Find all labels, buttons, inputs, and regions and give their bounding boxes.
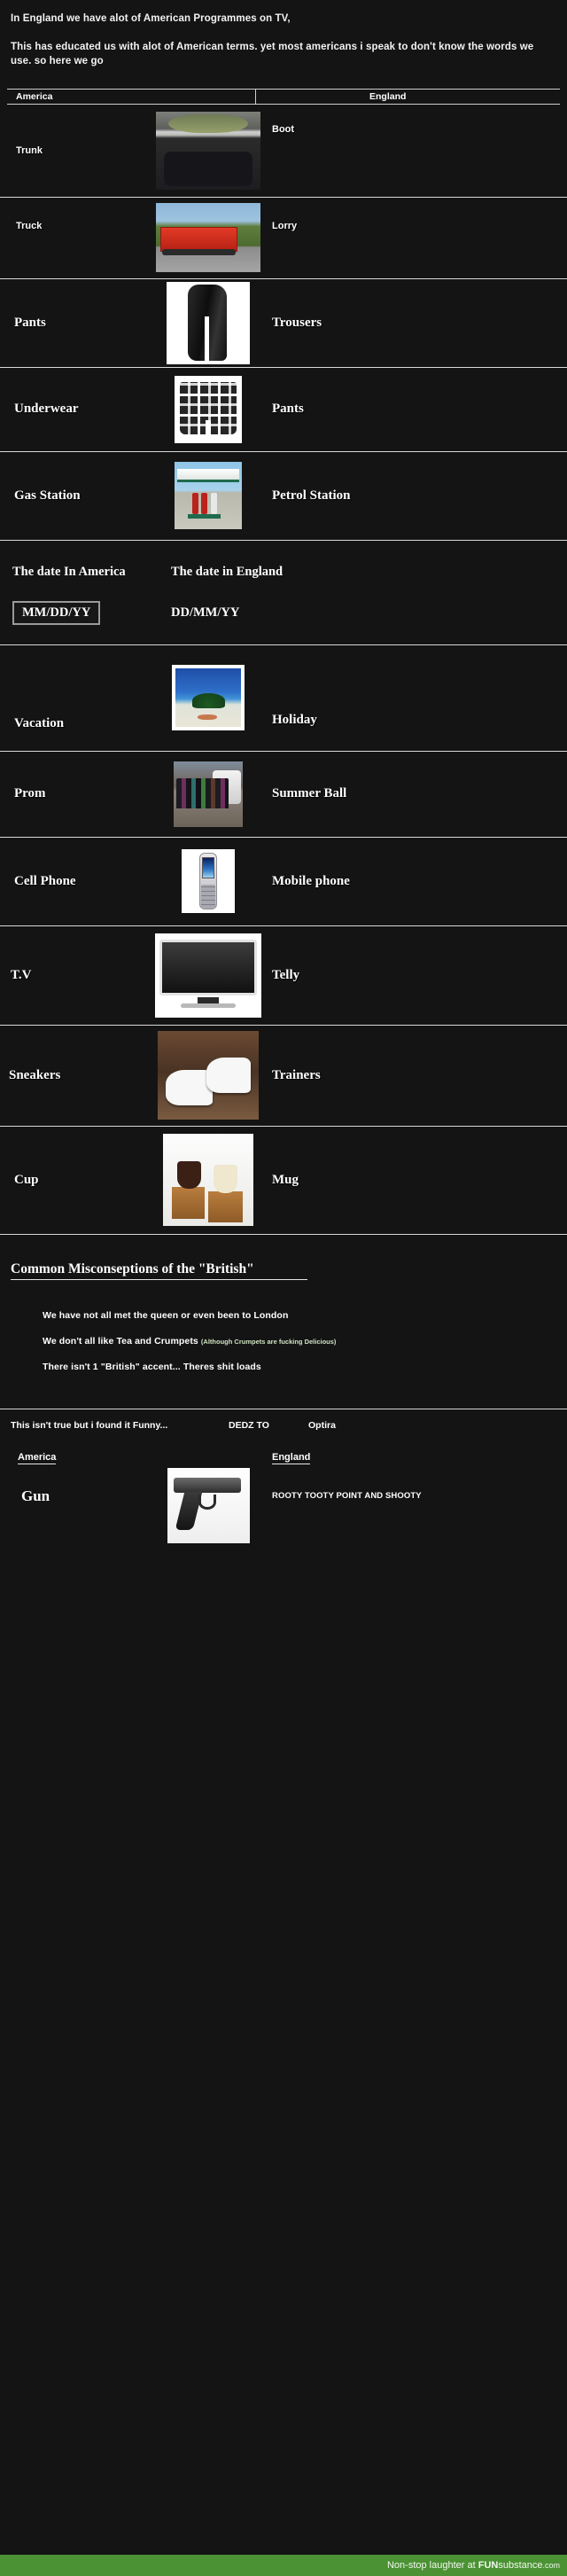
bonus-term-england: ROOTY TOOTY POINT AND SHOOTY [272,1490,422,1501]
disclaimer-text: This isn't true but i found it Funny... [11,1419,168,1431]
misconceptions-list: We have not all met the queen or even be… [0,1310,567,1393]
term-england: Lorry [272,220,298,231]
table-row: Cell Phone Mobile phone [0,838,567,926]
term-america: Prom [14,786,46,801]
table-row: Prom Summer Ball [0,752,567,838]
credits-row: This isn't true but i found it Funny... … [0,1409,567,1440]
list-item: We don't all like Tea and Crumpets (Alth… [43,1336,567,1347]
term-america: Pants [14,315,46,330]
black-trousers-photo [167,281,250,364]
misconception-note: (Although Crumpets are fucking Delicious… [200,1337,337,1346]
row-image-cell [155,1134,261,1227]
term-england: Mug [272,1172,299,1187]
date-format-england: DD/MM/YY [171,605,240,621]
term-america: Underwear [14,402,79,417]
bonus-image-cell [155,1467,261,1543]
footer-prefix: Non-stop laughter at [386,2560,478,2571]
tropical-beach-photo [172,665,245,731]
term-england: Summer Ball [272,786,347,801]
term-england: Petrol Station [272,488,351,503]
petrol-station-photo [175,462,242,530]
intro-line-1: In England we have alot of American Prog… [11,13,291,24]
row-image-cell [155,933,261,1018]
term-england: Telly [272,967,300,982]
footer-brand-light: substance [498,2560,543,2571]
list-item: We have not all met the queen or even be… [43,1310,567,1321]
term-america: Truck [16,220,43,231]
term-america: Vacation [14,715,65,730]
handgun-photo [167,1467,250,1543]
row-image-cell [155,281,261,364]
bonus-header-row: America England [0,1440,567,1468]
misconception-text: We have not all met the queen or even be… [43,1309,289,1321]
table-row: Underwear Pants [0,368,567,452]
red-lorry-photo [156,203,260,273]
table-row: Cup Mug [0,1127,567,1235]
misconception-text: We don't all like Tea and Crumpets [43,1335,198,1347]
term-england: Mobile phone [272,873,350,888]
footer-credit: Non-stop laughter at FUNsubstance.com [387,2560,560,2571]
bonus-column-header-england: England [272,1451,311,1464]
mobile-phone-photo [182,849,235,914]
bonus-row: Gun ROOTY TOOTY POINT AND SHOOTY [0,1467,567,1579]
date-format-section: The date In America The date in England … [0,541,567,645]
bonus-term-america: Gun [21,1487,50,1504]
column-header-america: America [7,88,256,105]
dedication-name: Optira [308,1419,336,1431]
table-row: Sneakers Trainers [0,1026,567,1127]
table-row: Pants Trousers [0,279,567,368]
column-header-england: England [369,90,407,102]
car-trunk-photo [156,111,260,190]
coffee-tea-mugs-photo [163,1134,253,1227]
prom-group-photo [174,761,243,827]
intro-block: In England we have alot of American Prog… [0,0,567,87]
footer-brand-bold: FUN [478,2560,499,2571]
date-title-america: The date In America [12,564,126,579]
site-footer: Non-stop laughter at FUNsubstance.com [0,2555,567,2576]
footer-brand-tld: .com [542,2561,560,2570]
table-row: Gas Station Petrol Station [0,452,567,541]
date-title-england: The date in England [171,564,284,579]
term-america: Cup [14,1172,39,1187]
bonus-column-header-america: America [18,1451,57,1464]
term-america: Cell Phone [14,873,76,888]
table-row: Truck Lorry [0,198,567,279]
list-item: There isn't 1 "British" accent... Theres… [43,1362,567,1372]
term-america: Gas Station [14,488,81,503]
table-row: Vacation Holiday [0,645,567,752]
term-america: Trunk [16,144,43,156]
plaid-boxers-photo [175,375,242,443]
row-image-cell [155,665,261,731]
misconceptions-heading: Common Misconseptions of the "British" [11,1261,307,1280]
term-england: Trousers [272,315,322,330]
misconceptions-section: Common Misconseptions of the "British" W… [0,1235,567,1409]
term-england: Pants [272,402,304,417]
misconception-text: There isn't 1 "British" accent... Theres… [43,1361,261,1372]
date-format-america-box: MM/DD/YY [12,600,101,625]
table-row: Trunk Boot [0,105,567,198]
dedication-label: DEDZ TO [229,1419,269,1431]
term-england: Trainers [272,1067,321,1082]
row-image-cell [155,761,261,827]
row-image-cell [155,203,261,273]
row-image-cell [155,375,261,443]
flat-screen-tv-photo [155,933,261,1018]
table-row: T.V Telly [0,926,567,1026]
row-image-cell [155,1031,261,1120]
white-sneakers-photo [158,1031,259,1120]
term-america: T.V [11,967,32,982]
meme-page: In England we have alot of American Prog… [0,0,567,2576]
term-england: Holiday [272,712,317,727]
table-header-row: America England [7,88,560,105]
term-england: Boot [272,123,295,135]
row-image-cell [155,849,261,914]
row-image-cell [155,111,261,190]
row-image-cell [155,462,261,530]
term-america: Sneakers [9,1067,61,1082]
intro-line-2: This has educated us with alot of Americ… [11,41,534,66]
